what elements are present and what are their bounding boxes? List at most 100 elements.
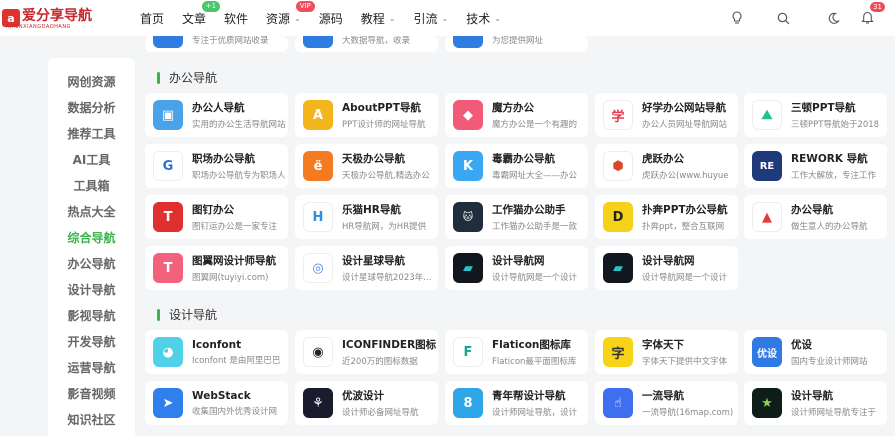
section-title-text: 办公导航 bbox=[169, 71, 218, 85]
site-card[interactable]: ▣ 办公人导航 实用的办公生活导航网站 bbox=[145, 93, 288, 137]
section-title: 办公导航 bbox=[157, 69, 217, 86]
site-card[interactable]: 🐱 工作猫办公助手 工作猫办公助手是一款 bbox=[445, 195, 588, 239]
nav-item[interactable]: 源码 bbox=[319, 10, 343, 27]
card-description: 扑奔ppt，整合互联网 bbox=[642, 222, 725, 232]
site-card[interactable]: ▰ 设计导航网 设计导航网是一个设计 bbox=[445, 246, 588, 290]
site-icon bbox=[153, 36, 183, 48]
card-text: 办公人导航 实用的办公生活导航网站 bbox=[192, 100, 288, 130]
site-card[interactable]: 8 青年帮设计导航 设计师网址导航，设计 bbox=[445, 381, 588, 425]
sidebar-item[interactable]: 知识社区 bbox=[48, 406, 135, 432]
dark-mode-moon-icon[interactable] bbox=[821, 6, 845, 30]
site-card[interactable]: T 图钉办公 图钉运办公是一家专注 bbox=[145, 195, 288, 239]
nav-item-label: 软件 bbox=[224, 11, 249, 26]
site-logo-icon: 学 bbox=[603, 100, 633, 130]
card-text: WebStack 收集国内外优秀设计网 bbox=[192, 390, 288, 417]
sidebar-item[interactable]: 办公导航 bbox=[48, 250, 135, 276]
site-logo-icon: ⚘ bbox=[303, 388, 333, 418]
nav-item[interactable]: 资源 VIP ⌄ bbox=[266, 0, 315, 27]
site-logo-icon: 字 bbox=[603, 337, 633, 367]
site-card[interactable]: ë 天极办公导航 天极办公导航,精选办公 bbox=[295, 144, 438, 188]
nav-badge: +1 bbox=[201, 0, 221, 12]
chevron-down-icon: ⌄ bbox=[294, 13, 301, 23]
nav-item[interactable]: 引流 ⌄ bbox=[414, 10, 449, 27]
chevron-down-icon: ⌄ bbox=[441, 13, 449, 23]
card-description: 设计师网址导航专注于 bbox=[791, 408, 877, 418]
site-icon bbox=[303, 36, 333, 48]
site-card[interactable]: 字字体天下 字体天下提供中文字体 bbox=[595, 330, 738, 374]
nav-item[interactable]: 文章 +1 bbox=[182, 0, 221, 27]
card-title: 设计导航 bbox=[791, 390, 833, 402]
site-logo-icon: ➤ bbox=[153, 388, 183, 418]
sidebar-item[interactable]: AI工具 bbox=[48, 146, 135, 172]
card-title: 毒霸办公导航 bbox=[492, 153, 555, 165]
card-title: 设计星球导航 bbox=[342, 255, 405, 267]
site-card[interactable]: ◕ Iconfont Iconfont 是由阿里巴巴 bbox=[145, 330, 288, 374]
notification-bell-icon[interactable]: 31 bbox=[855, 2, 885, 30]
sidebar-item[interactable]: 推荐工具 bbox=[48, 120, 135, 146]
site-card[interactable]: A AboutPPT导航 PPT设计师的网址导航 bbox=[295, 93, 438, 137]
site-card[interactable]: H 乐猫HR导航 HR导航网，为HR提供 bbox=[295, 195, 438, 239]
card-title: ICONFINDER图标 bbox=[342, 339, 437, 351]
sidebar-item[interactable]: 热点大全 bbox=[48, 198, 135, 224]
card-title: AboutPPT导航 bbox=[342, 102, 421, 114]
sidebar-item[interactable]: 网创资源 bbox=[48, 68, 135, 94]
sidebar-item[interactable]: 影音视频 bbox=[48, 380, 135, 406]
card-text: 优设 国内专业设计师网站 bbox=[791, 337, 887, 367]
site-card[interactable]: ◎ 设计星球导航 设计星球导航2023年上线 bbox=[295, 246, 438, 290]
sidebar-item[interactable]: 开发导航 bbox=[48, 328, 135, 354]
card-description: 设计导航网是一个设计 bbox=[642, 273, 728, 283]
site-card[interactable]: ☝ 一流导航 一流导航(16map.com) bbox=[595, 381, 738, 425]
card-text: 设计导航设计师网址导航专注于 bbox=[791, 388, 887, 418]
sidebar-item[interactable]: 工具箱 bbox=[48, 172, 135, 198]
nav-item[interactable]: 技术 ⌄ bbox=[466, 10, 501, 27]
site-card[interactable]: K 毒霸办公导航 毒霸网址大全——办公 bbox=[445, 144, 588, 188]
nav-item[interactable]: 软件 bbox=[224, 10, 248, 27]
site-card[interactable]: ★ 设计导航 设计师网址导航专注于 bbox=[744, 381, 887, 425]
nav-item[interactable]: 首页 bbox=[140, 10, 164, 27]
lightbulb-icon[interactable] bbox=[725, 6, 749, 30]
site-card[interactable]: ▲ 办公导航 做生意人的办公导航 bbox=[744, 195, 887, 239]
site-card[interactable]: ⬢ 虎跃办公 虎跃办公(www.huyue bbox=[595, 144, 738, 188]
site-logo-icon: ⛰ bbox=[752, 100, 782, 130]
sidebar-item[interactable]: 运营导航 bbox=[48, 354, 135, 380]
site-card[interactable]: F Flaticon图标库 Flaticon最平面图标库 bbox=[445, 330, 588, 374]
sidebar-item[interactable]: 数据分析 bbox=[48, 94, 135, 120]
site-logo[interactable]: a 爱分享导航 AIFENXIANGDAOHANG bbox=[2, 0, 132, 36]
site-icon bbox=[453, 36, 483, 48]
sidebar-item[interactable]: 综合导航 bbox=[48, 224, 135, 250]
site-card-partial[interactable]: 专注于优质网站收录 bbox=[145, 36, 288, 52]
site-card[interactable]: 优设 优设 国内专业设计师网站 bbox=[744, 330, 887, 374]
site-card-partial[interactable]: 大数据导航，收录 bbox=[295, 36, 438, 52]
sidebar-item[interactable]: 设计导航 bbox=[48, 276, 135, 302]
card-description: 虎跃办公(www.huyue bbox=[642, 171, 729, 181]
card-text: 工作猫办公助手 工作猫办公助手是一款 bbox=[492, 202, 588, 232]
site-card[interactable]: 学好学办公网站导航 办公人员网址导航网站 bbox=[595, 93, 738, 137]
site-logo-icon: ▰ bbox=[453, 253, 483, 283]
site-card[interactable]: ◉ ICONFINDER图标 近200万的图标数据 bbox=[295, 330, 438, 374]
site-card[interactable]: G 职场办公导航 职场办公导航专为职场人 bbox=[145, 144, 288, 188]
chevron-down-icon: ⌄ bbox=[388, 13, 396, 23]
card-description: 办公人员网址导航网站 bbox=[642, 120, 728, 130]
card-description: 毒霸网址大全——办公 bbox=[492, 171, 578, 181]
card-text: 青年帮设计导航 设计师网址导航，设计 bbox=[492, 388, 588, 418]
site-card[interactable]: ⚘ 优波设计 设计师必备网址导航 bbox=[295, 381, 438, 425]
site-card[interactable]: ➤ WebStack 收集国内外优秀设计网 bbox=[145, 381, 288, 425]
site-card[interactable]: ▰ 设计导航网 设计导航网是一个设计 bbox=[595, 246, 738, 290]
site-card[interactable]: T 图翼网设计师导航 图翼网(tuyiyi.com) bbox=[145, 246, 288, 290]
section-title: 设计导航 bbox=[157, 306, 217, 323]
site-card[interactable]: RE REWORK 导航 工作大解放，专注工作 bbox=[744, 144, 887, 188]
card-title: Flaticon图标库 bbox=[492, 339, 571, 351]
section-title-text: 设计导航 bbox=[169, 308, 218, 322]
site-card[interactable]: D 扑奔PPT办公导航 扑奔ppt，整合互联网 bbox=[595, 195, 738, 239]
site-card[interactable]: ⛰ 三顿PPT导航 三顿PPT导航始于2018 bbox=[744, 93, 887, 137]
card-text: 职场办公导航 职场办公导航专为职场人 bbox=[192, 151, 288, 181]
site-card[interactable]: ◆ 魔方办公 魔方办公是一个有趣的 bbox=[445, 93, 588, 137]
site-logo-icon: A bbox=[303, 100, 333, 130]
search-icon[interactable] bbox=[771, 6, 795, 30]
site-card-partial[interactable]: 为您提供网址 bbox=[445, 36, 588, 52]
card-title: WebStack bbox=[192, 389, 251, 402]
card-description: 做生意人的办公导航 bbox=[791, 222, 868, 232]
sidebar-item[interactable]: 影视导航 bbox=[48, 302, 135, 328]
nav-item[interactable]: 教程 ⌄ bbox=[361, 10, 396, 27]
card-text: REWORK 导航 工作大解放，专注工作 bbox=[791, 151, 887, 181]
